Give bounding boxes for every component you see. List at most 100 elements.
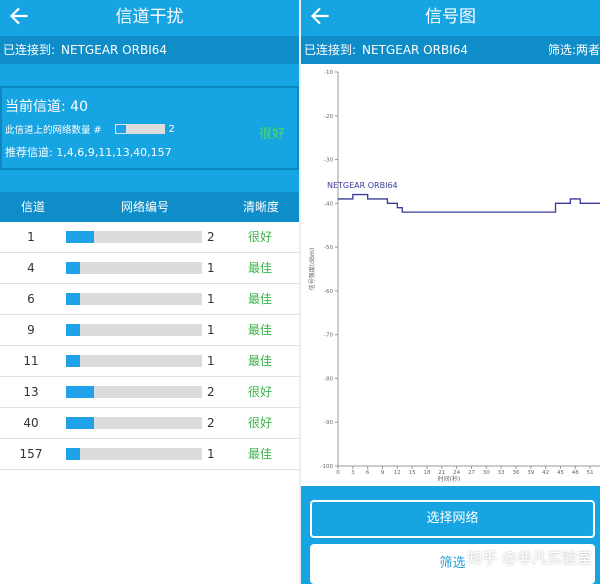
- page-title: 信号图: [425, 7, 476, 27]
- connected-label: 已连接到:: [304, 43, 357, 57]
- channel-interference-screen: 信道干扰 已连接到: NETGEAR ORBI64 当前信道: 40 此信道上的网…: [0, 0, 299, 584]
- table-row[interactable]: 13 2 很好: [0, 377, 299, 408]
- table-row[interactable]: 11 1 最佳: [0, 346, 299, 377]
- y-tick-label: -90: [324, 420, 333, 426]
- y-tick-label: -20: [324, 114, 333, 120]
- y-tick-label: -10: [324, 70, 333, 76]
- row-channel: 40: [23, 416, 39, 430]
- row-channel: 11: [23, 354, 39, 368]
- row-count: 1: [207, 447, 215, 461]
- row-count-bar-fill: [66, 448, 80, 460]
- table-row[interactable]: 40 2 很好: [0, 408, 299, 439]
- x-tick-label: 3: [351, 470, 355, 476]
- row-count: 2: [207, 230, 215, 244]
- y-tick-label: -40: [324, 201, 333, 207]
- connected-label: 已连接到:: [3, 43, 56, 57]
- row-count: 1: [207, 292, 215, 306]
- row-count-bar-fill: [66, 355, 80, 367]
- x-tick-label: 45: [557, 470, 564, 476]
- bottom-actions: 选择网络 筛选: [301, 486, 600, 584]
- current-channel: 当前信道: 40: [5, 96, 88, 116]
- page-title: 信道干扰: [115, 7, 184, 27]
- connected-ssid: NETGEAR ORBI64: [61, 43, 168, 57]
- table-row[interactable]: 4 1 最佳: [0, 253, 299, 284]
- network-count-value: 2: [168, 123, 175, 135]
- filter-status[interactable]: 筛选:两者: [548, 36, 600, 64]
- x-tick-label: 6: [366, 470, 370, 476]
- row-count-bar: [66, 386, 202, 398]
- row-count: 1: [207, 323, 215, 337]
- row-count-bar-fill: [66, 262, 80, 274]
- x-tick-label: 15: [409, 470, 416, 476]
- x-axis-label: 时间(秒): [438, 475, 461, 483]
- y-tick-label: -70: [324, 333, 333, 339]
- table-row[interactable]: 157 1 最佳: [0, 439, 299, 470]
- header: 信号图: [301, 0, 600, 36]
- x-tick-label: 18: [423, 470, 430, 476]
- row-count-bar-fill: [66, 386, 94, 398]
- row-quality: 很好: [247, 416, 272, 430]
- current-channel-value: 40: [70, 99, 88, 115]
- row-channel: 1: [27, 230, 35, 244]
- row-channel: 9: [27, 323, 35, 337]
- x-tick-label: 51: [587, 470, 594, 476]
- row-count: 2: [207, 385, 215, 399]
- network-count: 此信道上的网络数量 # 2: [5, 122, 175, 137]
- row-count-bar-fill: [66, 293, 80, 305]
- row-channel: 4: [27, 261, 35, 275]
- row-count-bar: [66, 231, 202, 243]
- row-count: 1: [207, 354, 215, 368]
- row-channel: 13: [23, 385, 39, 399]
- x-tick-label: 36: [512, 470, 519, 476]
- signal-chart-svg: -10-20-30-40-50-60-70-80-90-1000 3 6 9 12 15 1…: [308, 70, 600, 483]
- connected-ssid: NETGEAR ORBI64: [362, 43, 469, 57]
- row-count-bar: [66, 355, 202, 367]
- row-quality: 最佳: [247, 261, 272, 275]
- y-tick-label: -30: [324, 158, 333, 164]
- table-row[interactable]: 6 1 最佳: [0, 284, 299, 315]
- row-quality: 很好: [247, 230, 272, 244]
- row-quality: 最佳: [247, 354, 272, 368]
- recommended-value: 1,4,6,9,11,13,40,157: [56, 146, 172, 159]
- x-tick-label: 12: [394, 470, 401, 476]
- current-channel-box: 当前信道: 40 此信道上的网络数量 # 2 推荐信道: 1,4,6,9,11,…: [0, 86, 299, 170]
- x-tick-label: 39: [527, 470, 534, 476]
- table-header: 信道 网络编号 清晰度: [0, 192, 299, 222]
- row-count-bar-fill: [66, 231, 94, 243]
- x-tick-label: 0: [336, 470, 340, 476]
- y-axis-label: 信号强度(dBm): [308, 248, 316, 290]
- x-tick-label: 33: [498, 470, 505, 476]
- header-channel: 信道: [21, 200, 46, 214]
- row-count-bar: [66, 293, 202, 305]
- channel-table: 1 2 很好 4 1 最佳 6 1 最佳 9 1 最佳 11 1 最佳 13 2 很好 40 2 很好 157 1 最佳: [0, 222, 299, 470]
- network-count-bar-fill: [115, 124, 128, 134]
- row-count-bar-fill: [66, 417, 94, 429]
- table-row[interactable]: 9 1 最佳: [0, 315, 299, 346]
- y-tick-label: -50: [324, 245, 333, 251]
- row-quality: 最佳: [247, 447, 272, 461]
- row-count: 2: [207, 416, 215, 430]
- y-tick-label: -100: [321, 464, 334, 470]
- row-quality: 很好: [247, 385, 272, 399]
- series-label: NETGEAR ORBI64: [327, 181, 398, 190]
- recommended-channels: 推荐信道: 1,4,6,9,11,13,40,157: [5, 144, 172, 160]
- row-count-bar: [66, 324, 202, 336]
- signal-chart: -10 -20 -30 -40 -50 -60 -70 -80 -90 -100 0 3 6 9 12 15 1…: [301, 64, 600, 484]
- connected-bar: 已连接到: NETGEAR ORBI64: [0, 36, 299, 64]
- header: 信道干扰: [0, 0, 299, 36]
- x-tick-label: 9: [381, 470, 385, 476]
- y-tick-label: -60: [324, 289, 333, 295]
- row-count: 1: [207, 261, 215, 275]
- x-tick-label: 27: [468, 470, 475, 476]
- table-row[interactable]: 1 2 很好: [0, 222, 299, 253]
- header-clarity: 清晰度: [243, 200, 280, 214]
- recommended-label: 推荐信道:: [5, 146, 53, 159]
- select-network-button[interactable]: 选择网络: [310, 500, 595, 538]
- row-channel: 6: [27, 292, 35, 306]
- current-channel-label: 当前信道:: [5, 99, 66, 115]
- signal-graph-screen: 信号图 已连接到: NETGEAR ORBI64 筛选:两者 -10 -20 -30 -…: [301, 0, 600, 584]
- row-channel: 157: [19, 447, 43, 461]
- x-tick-label: 48: [572, 470, 579, 476]
- connected-bar: 已连接到: NETGEAR ORBI64 筛选:两者: [301, 36, 600, 64]
- x-tick-label: 42: [542, 470, 549, 476]
